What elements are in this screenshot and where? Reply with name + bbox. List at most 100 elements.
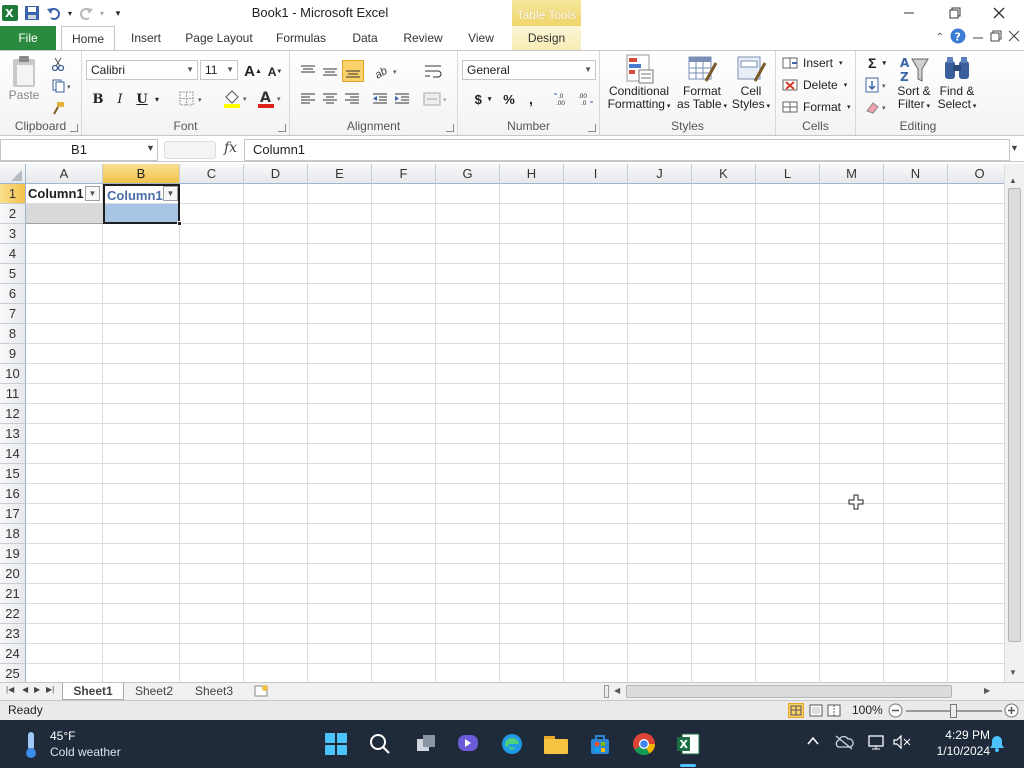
clipboard-launcher-icon[interactable] xyxy=(70,124,78,132)
formula-bar-resize-handle[interactable] xyxy=(164,141,216,159)
select-all-corner[interactable] xyxy=(0,164,26,184)
taskbar-date[interactable]: 1/10/2024 xyxy=(918,744,990,758)
row-header-21[interactable]: 21 xyxy=(0,584,26,604)
row-header-10[interactable]: 10 xyxy=(0,364,26,384)
workbook-restore-icon[interactable] xyxy=(990,30,1002,45)
insert-cells-button[interactable]: Insert ▾ xyxy=(782,53,852,73)
close-button[interactable] xyxy=(976,0,1022,26)
cut-icon[interactable] xyxy=(50,55,66,73)
cell-area[interactable] xyxy=(26,184,1004,682)
task-view-icon[interactable] xyxy=(412,730,440,758)
teams-chat-icon[interactable] xyxy=(454,730,482,758)
onedrive-icon[interactable] xyxy=(834,734,854,753)
minimize-button[interactable] xyxy=(886,0,932,26)
excel-taskbar-icon[interactable]: X xyxy=(674,730,702,758)
align-left-icon[interactable] xyxy=(298,89,318,109)
chrome-browser-icon[interactable] xyxy=(630,730,658,758)
number-format-combo[interactable]: General ▼ xyxy=(462,60,596,80)
grow-font-icon[interactable]: A ▲ xyxy=(244,61,262,81)
row-header-15[interactable]: 15 xyxy=(0,464,26,484)
horizontal-scroll-thumb[interactable] xyxy=(626,685,952,698)
tab-insert[interactable]: Insert xyxy=(120,26,172,50)
edge-browser-icon[interactable] xyxy=(498,730,526,758)
font-size-combo[interactable]: 11 ▼ xyxy=(200,60,238,80)
sheet-nav-prev-icon[interactable]: ◀ xyxy=(22,685,28,694)
format-painter-icon[interactable] xyxy=(50,99,66,117)
row-header-23[interactable]: 23 xyxy=(0,624,26,644)
column-header-g[interactable]: G xyxy=(436,164,500,184)
tab-split-handle[interactable] xyxy=(604,685,609,698)
weather-widget[interactable]: 45°F Cold weather xyxy=(14,728,134,762)
scroll-left-icon[interactable]: ◀ xyxy=(614,686,620,695)
spreadsheet-grid[interactable]: ABCDEFGHIJKLMNO 1 2 3 4 5 6 7 8 9 10 11 12 13 14 15 16 1… xyxy=(0,164,1004,682)
tab-review[interactable]: Review xyxy=(398,26,448,50)
cell-styles-button[interactable]: Cell Styles ▾ xyxy=(730,53,772,113)
row-header-8[interactable]: 8 xyxy=(0,324,26,344)
decrease-indent-icon[interactable] xyxy=(370,89,390,109)
delete-cells-button[interactable]: Delete ▾ xyxy=(782,75,852,95)
vertical-scrollbar[interactable]: ▲ ▼ xyxy=(1004,164,1024,682)
vertical-scroll-thumb[interactable] xyxy=(1008,188,1021,642)
column-header-o[interactable]: O xyxy=(948,164,1004,184)
number-launcher-icon[interactable] xyxy=(588,124,596,132)
name-box-dropdown-icon[interactable]: ▼ xyxy=(146,143,155,153)
filter-dropdown-icon[interactable]: ▼ xyxy=(163,186,178,201)
restore-button[interactable] xyxy=(932,0,978,26)
column-header-e[interactable]: E xyxy=(308,164,372,184)
percent-button[interactable]: % xyxy=(500,89,518,109)
column-header-c[interactable]: C xyxy=(180,164,244,184)
conditional-formatting-button[interactable]: Conditional Formatting ▾ xyxy=(606,53,672,113)
row-header-4[interactable]: 4 xyxy=(0,244,26,264)
name-box[interactable]: B1 xyxy=(0,139,158,161)
underline-button[interactable]: U xyxy=(134,89,150,109)
insert-sheet-icon[interactable] xyxy=(254,684,270,701)
scroll-up-icon[interactable]: ▲ xyxy=(1009,176,1017,185)
help-icon[interactable]: ? xyxy=(950,28,966,47)
alignment-launcher-icon[interactable] xyxy=(446,124,454,132)
sheet-nav-last-icon[interactable]: ▶| xyxy=(46,685,54,694)
scroll-right-icon[interactable]: ▶ xyxy=(984,686,990,695)
column-header-a[interactable]: A xyxy=(26,164,103,184)
row-header-19[interactable]: 19 xyxy=(0,544,26,564)
taskbar-time[interactable]: 4:29 PM xyxy=(926,728,990,742)
column-header-d[interactable]: D xyxy=(244,164,308,184)
row-header-18[interactable]: 18 xyxy=(0,524,26,544)
comma-button[interactable]: , xyxy=(522,89,540,109)
column-header-j[interactable]: J xyxy=(628,164,692,184)
borders-icon[interactable]: ▾ xyxy=(178,89,208,109)
cell-b1[interactable]: Column1 ▼ xyxy=(103,184,180,204)
row-header-12[interactable]: 12 xyxy=(0,404,26,424)
find-select-button[interactable]: Find & Select ▾ xyxy=(936,53,978,113)
normal-view-icon[interactable] xyxy=(788,703,804,718)
format-cells-button[interactable]: Format ▾ xyxy=(782,97,852,117)
scroll-down-icon[interactable]: ▼ xyxy=(1009,668,1017,677)
currency-button[interactable]: $ ▾ xyxy=(466,89,500,109)
bold-button[interactable]: B xyxy=(90,89,106,109)
align-right-icon[interactable] xyxy=(342,89,362,109)
cell-a2[interactable] xyxy=(26,204,103,224)
sheet-tab-sheet1[interactable]: Sheet1 xyxy=(62,683,124,700)
row-header-11[interactable]: 11 xyxy=(0,384,26,404)
font-launcher-icon[interactable] xyxy=(278,124,286,132)
zoom-level[interactable]: 100% xyxy=(852,701,883,720)
row-header-14[interactable]: 14 xyxy=(0,444,26,464)
align-bottom-icon[interactable] xyxy=(342,60,364,82)
clear-button[interactable]: ▾ xyxy=(862,97,892,117)
tab-design[interactable]: Design xyxy=(512,26,581,50)
row-header-13[interactable]: 13 xyxy=(0,424,26,444)
underline-dropdown-icon[interactable]: ▾ xyxy=(152,91,162,107)
shrink-font-icon[interactable]: A ▼ xyxy=(266,63,284,81)
network-icon[interactable] xyxy=(866,734,886,753)
tab-view[interactable]: View xyxy=(460,26,502,50)
tab-formulas[interactable]: Formulas xyxy=(270,26,332,50)
row-header-6[interactable]: 6 xyxy=(0,284,26,304)
formula-input[interactable]: Column1 xyxy=(244,139,1010,161)
increase-decimal-icon[interactable]: .0.00 xyxy=(552,89,574,109)
row-header-5[interactable]: 5 xyxy=(0,264,26,284)
fill-color-icon[interactable]: ▾ xyxy=(222,89,252,109)
file-explorer-icon[interactable] xyxy=(542,730,570,758)
show-hidden-icons-icon[interactable] xyxy=(806,734,820,751)
column-header-f[interactable]: F xyxy=(372,164,436,184)
paste-button[interactable]: Paste xyxy=(6,55,42,102)
workbook-close-icon[interactable] xyxy=(1008,30,1020,45)
